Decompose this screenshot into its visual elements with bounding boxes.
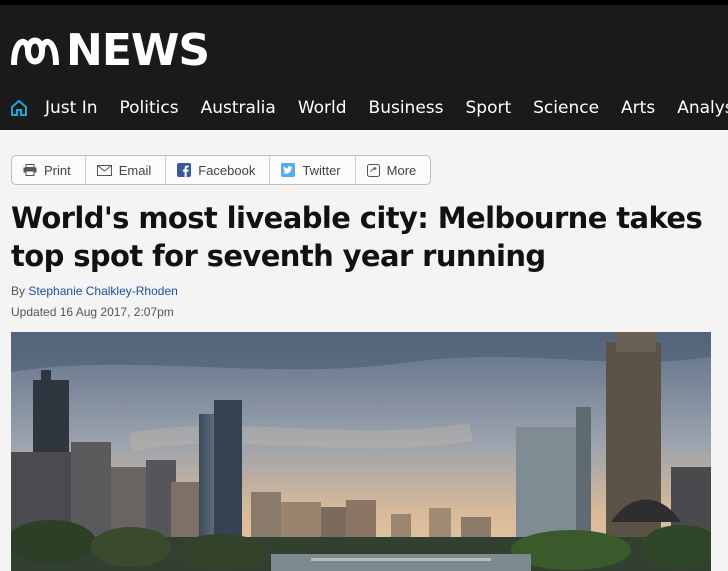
- abc-wave-icon: [11, 37, 59, 66]
- email-button[interactable]: Email: [86, 156, 167, 184]
- hero-image[interactable]: [11, 332, 711, 571]
- updated-timestamp: Updated 16 Aug 2017, 2:07pm: [11, 305, 174, 319]
- byline: By Stephanie Chalkley-Rhoden: [11, 284, 178, 298]
- more-label: More: [386, 162, 417, 178]
- nav-item-analysis[interactable]: Analysis: [677, 98, 728, 118]
- twitter-icon: [281, 163, 296, 177]
- facebook-label: Facebook: [198, 162, 256, 178]
- nav-item-world[interactable]: World: [298, 98, 347, 118]
- abc-news-logo[interactable]: NEWS: [10, 25, 210, 76]
- melbourne-skyline-image: [11, 332, 711, 571]
- nav-item-business[interactable]: Business: [369, 98, 444, 118]
- share-toolbar: Print Email Facebook Twitter More: [11, 155, 432, 185]
- nav-item-australia[interactable]: Australia: [201, 98, 276, 118]
- header-strip: [0, 0, 728, 5]
- nav-item-sport[interactable]: Sport: [466, 98, 512, 118]
- nav-item-arts[interactable]: Arts: [621, 98, 655, 118]
- envelope-icon: [96, 164, 112, 176]
- print-label: Print: [44, 162, 71, 178]
- email-label: Email: [118, 162, 152, 178]
- nav-item-science[interactable]: Science: [533, 98, 599, 118]
- site-header: NEWS Just In Politics Australia World Bu…: [0, 0, 728, 130]
- print-button[interactable]: Print: [12, 156, 86, 184]
- article-headline: World's most liveable city: Melbourne ta…: [11, 201, 703, 273]
- twitter-label: Twitter: [302, 162, 341, 178]
- facebook-icon: [177, 163, 192, 177]
- nav-item-just-in[interactable]: Just In: [45, 98, 98, 118]
- printer-icon: [23, 164, 37, 176]
- main-nav: Just In Politics Australia World Busines…: [0, 86, 728, 130]
- byline-prefix: By: [11, 284, 26, 298]
- share-more-icon: [366, 163, 380, 177]
- more-button[interactable]: More: [356, 156, 431, 184]
- logo-text: NEWS: [66, 25, 210, 76]
- facebook-button[interactable]: Facebook: [166, 156, 271, 184]
- home-icon[interactable]: [10, 97, 28, 119]
- nav-item-politics[interactable]: Politics: [120, 98, 179, 118]
- twitter-button[interactable]: Twitter: [270, 156, 356, 184]
- author-link[interactable]: Stephanie Chalkley-Rhoden: [28, 284, 177, 298]
